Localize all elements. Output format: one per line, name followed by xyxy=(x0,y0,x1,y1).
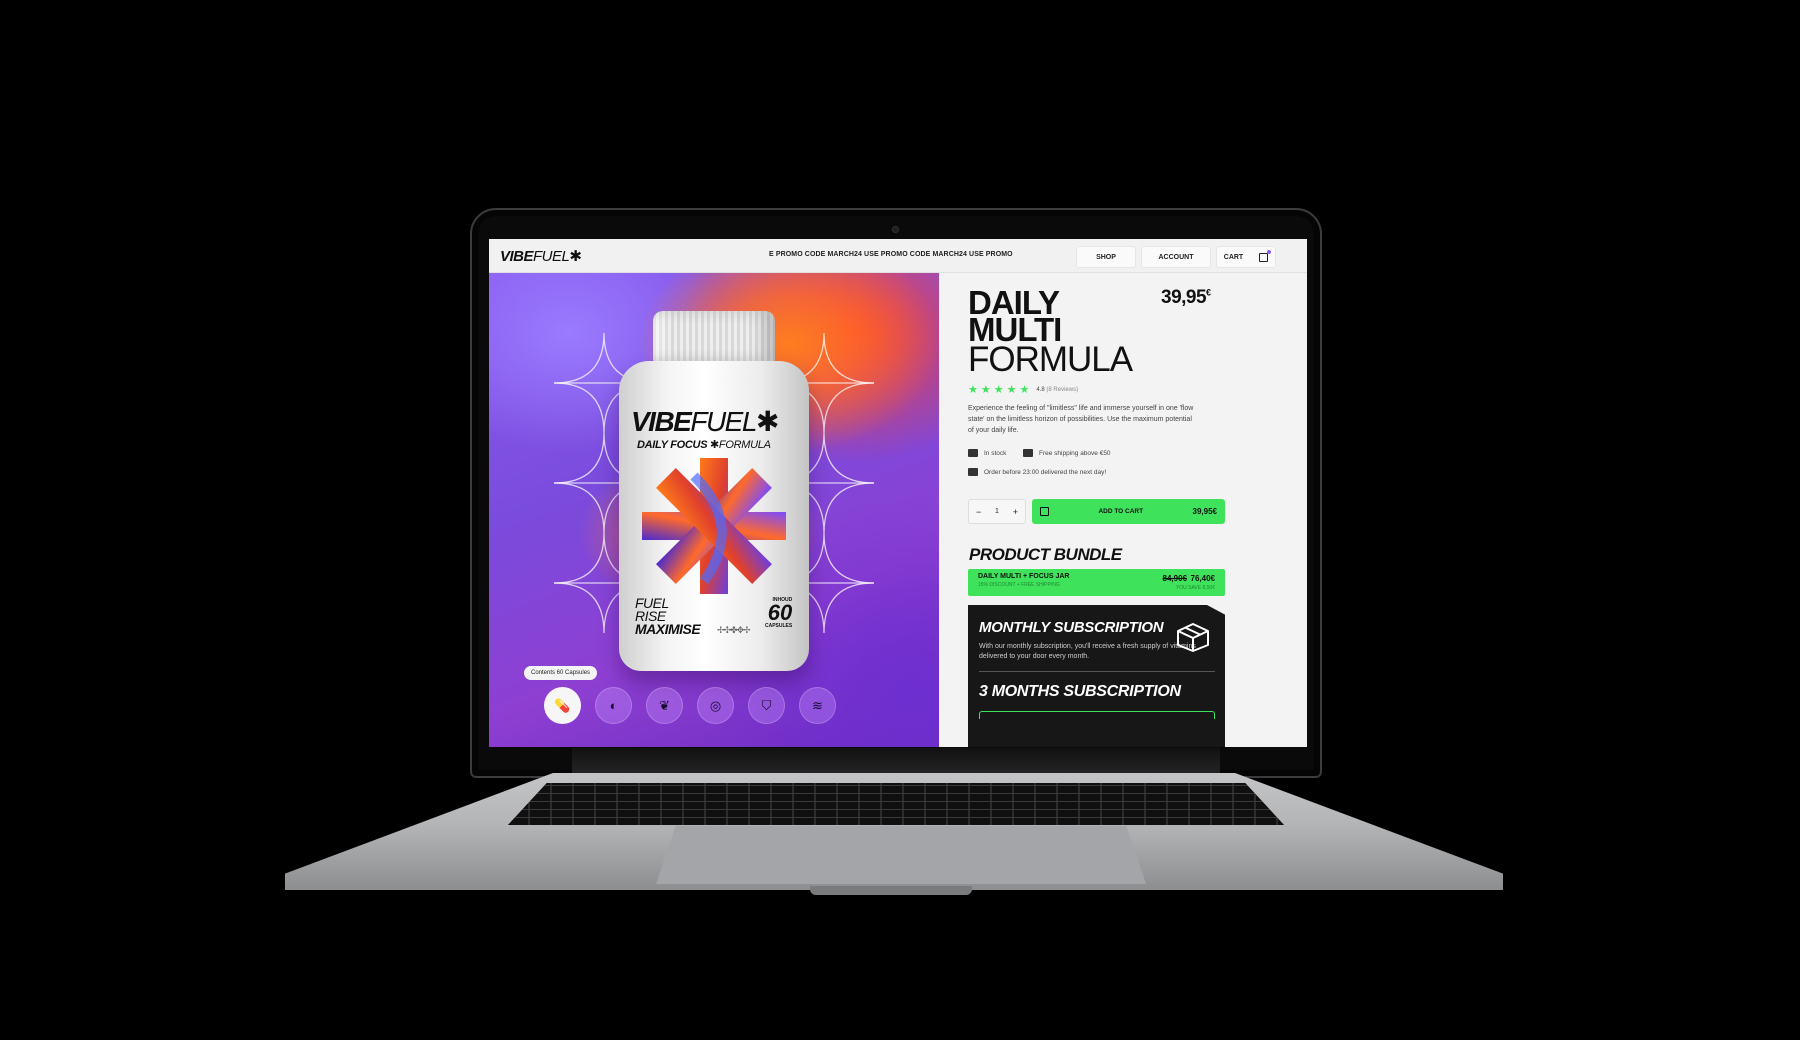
add-to-cart-label: ADD TO CART xyxy=(1098,508,1144,515)
bundle-old-price: 84,90€ xyxy=(1162,574,1187,583)
brand-logo[interactable]: VIBEFUEL✱ xyxy=(500,247,582,265)
product-image-gallery: VIBEFUEL✱ DAILY FOCUS ✱FORMULA FUEL RISE… xyxy=(489,273,939,747)
shopping-bag-icon xyxy=(1259,249,1272,262)
bundle-saving: YOU SAVE 8,50€ xyxy=(1175,585,1215,591)
bundle-new-price: 76,40€ xyxy=(1190,574,1215,583)
quantity-stepper: − 1 + xyxy=(968,499,1026,524)
thumbnail-strip: 💊 ◐ ❦ ◎ ⛉ ≋ xyxy=(544,687,836,724)
qty-minus-button[interactable]: − xyxy=(976,507,981,517)
bottle-tagline: FUEL RISE MAXIMISE xyxy=(635,595,701,637)
bottle-subtitle: DAILY FOCUS ✱FORMULA xyxy=(637,439,771,451)
truck-icon xyxy=(1023,449,1033,457)
add-to-cart-price: 39,95€ xyxy=(1192,507,1217,516)
bottle-decor-dots: ✢✣✤✥✢ xyxy=(717,625,751,635)
leaf-ring-icon[interactable]: ◐ xyxy=(595,687,632,724)
bottle-cap xyxy=(653,311,775,363)
bottle-brand: VIBEFUEL✱ xyxy=(631,406,779,437)
nav-shop-button[interactable]: SHOP xyxy=(1076,246,1136,268)
subscription-plan[interactable]: 3 MONTHS SUBSCRIPTION xyxy=(979,683,1214,701)
star-icon: ★ xyxy=(1019,384,1030,396)
laptop-trackpad xyxy=(656,826,1146,884)
feature-in-stock: In stock xyxy=(968,449,1006,457)
feature-free-shipping: Free shipping above €50 xyxy=(1023,449,1111,457)
browser-screen: VIBEFUEL✱ E PROMO CODE MARCH24 USE PROMO… xyxy=(489,239,1307,747)
brand-mark-icon: ✱ xyxy=(569,248,582,265)
product-price: 39,95€ xyxy=(1161,287,1211,308)
asterisk-artwork-icon xyxy=(642,458,786,594)
product-description: Experience the feeling of "limitless" li… xyxy=(968,405,1194,434)
bundle-option[interactable]: DAILY MULTI + FOCUS JAR 15% DISCOUNT + F… xyxy=(968,569,1225,596)
star-icon: ★ xyxy=(1006,384,1017,396)
capsule-icon[interactable]: 💊 xyxy=(544,687,581,724)
nav-account-button[interactable]: ACCOUNT xyxy=(1141,246,1211,268)
site-header: VIBEFUEL✱ E PROMO CODE MARCH24 USE PROMO… xyxy=(489,239,1307,273)
star-icon: ★ xyxy=(993,384,1004,396)
product-rating[interactable]: ★ ★ ★ ★ ★ 4.8 (8 Reviews) xyxy=(968,383,1078,396)
rating-value: 4.8 (8 Reviews) xyxy=(1036,386,1079,393)
delivery-icon xyxy=(968,468,978,476)
qty-value[interactable]: 1 xyxy=(995,508,999,515)
product-bottle-image: VIBEFUEL✱ DAILY FOCUS ✱FORMULA FUEL RISE… xyxy=(619,311,809,691)
product-title: DAILY MULTI FORMULA xyxy=(968,284,1133,379)
nav-cart-button[interactable]: CART xyxy=(1216,246,1276,268)
box-icon xyxy=(968,449,978,457)
package-icon xyxy=(1177,623,1209,652)
plan-option-outline[interactable] xyxy=(979,711,1215,719)
shopping-bag-icon xyxy=(1040,507,1049,516)
subscription-text: With our monthly subscription, you'll re… xyxy=(979,643,1196,660)
star-icon: ★ xyxy=(980,384,991,396)
bundle-heading: PRODUCT BUNDLE xyxy=(969,545,1122,564)
webcam xyxy=(892,226,899,233)
promo-marquee: E PROMO CODE MARCH24 USE PROMO CODE MARC… xyxy=(769,251,1013,258)
feature-next-day: Order before 23:00 delivered the next da… xyxy=(968,468,1106,476)
bottle-capsule-count: INHOUD 60 CAPSULES xyxy=(765,597,793,629)
shield-icon[interactable]: ⛉ xyxy=(748,687,785,724)
thumbnail-tooltip: Contents 60 Capsules xyxy=(524,666,598,680)
laptop-foot xyxy=(810,886,972,895)
add-to-cart-button[interactable]: ADD TO CART 39,95€ xyxy=(1032,499,1225,524)
product-info-panel: DAILY MULTI FORMULA 39,95€ ★ ★ ★ ★ ★ 4.8… xyxy=(939,273,1307,747)
subscription-card: MONTHLY SUBSCRIPTION With our monthly su… xyxy=(968,605,1225,747)
star-icon: ★ xyxy=(968,384,978,396)
laptop-hinge xyxy=(572,748,1220,776)
laptop-keyboard xyxy=(508,783,1284,825)
divider xyxy=(979,671,1215,672)
laptop-lid: VIBEFUEL✱ E PROMO CODE MARCH24 USE PROMO… xyxy=(470,208,1322,778)
qty-plus-button[interactable]: + xyxy=(1013,507,1018,517)
cart-label: CART xyxy=(1223,253,1244,261)
bottle-label: VIBEFUEL✱ DAILY FOCUS ✱FORMULA FUEL RISE… xyxy=(619,361,809,671)
target-icon[interactable]: ◎ xyxy=(697,687,734,724)
plant-icon[interactable]: ❦ xyxy=(646,687,683,724)
waves-icon[interactable]: ≋ xyxy=(799,687,836,724)
